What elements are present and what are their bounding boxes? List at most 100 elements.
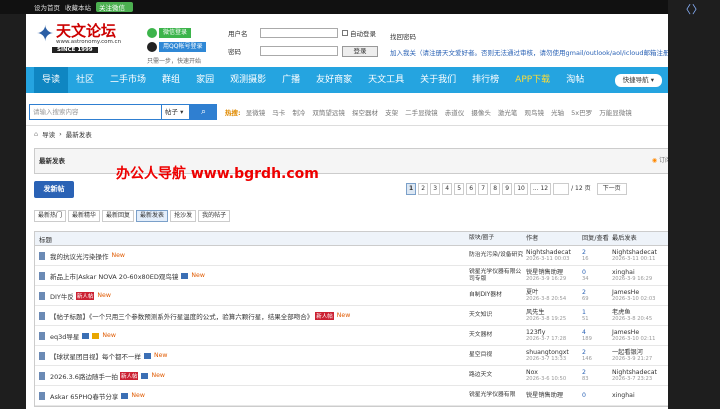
last-poster-link[interactable]: 老虎鱼 bbox=[612, 309, 676, 316]
hot-term[interactable]: 制冷 bbox=[292, 109, 305, 117]
tab-hot[interactable]: 最新热门 bbox=[34, 210, 67, 222]
hot-term[interactable]: 观鸟镜 bbox=[524, 109, 544, 117]
last-poster-link[interactable]: xinghai bbox=[612, 392, 676, 399]
last-poster-link[interactable]: Nightshadecat bbox=[612, 369, 676, 376]
search-input[interactable]: 请输入搜索内容 bbox=[29, 103, 162, 120]
hot-term[interactable]: 二手显微镜 bbox=[405, 109, 438, 117]
nav-item-market[interactable]: 二手市场 bbox=[102, 67, 154, 93]
search-button[interactable]: ⌕ bbox=[190, 103, 217, 120]
forum-link[interactable]: 天文知识 bbox=[469, 312, 526, 319]
author-link[interactable]: Nightshadecat bbox=[526, 249, 582, 256]
page-link[interactable]: 5 bbox=[454, 183, 465, 195]
author-link[interactable]: 锐星销售助理 bbox=[526, 392, 582, 399]
hot-term[interactable]: 支架 bbox=[385, 109, 398, 117]
author-link[interactable]: 风先生 bbox=[526, 309, 582, 316]
author-link[interactable]: 锐星销售助理 bbox=[526, 269, 582, 276]
table-row[interactable]: 新品上市|Askar NOVA 20-60x80ED观鸟镜 New 锐星光学仪器有… bbox=[35, 266, 677, 286]
nav-item-about[interactable]: 关于我们 bbox=[412, 67, 464, 93]
last-poster-link[interactable]: xinghai bbox=[612, 269, 676, 276]
code-bracket-icon[interactable]: 〈〉 bbox=[680, 1, 704, 17]
username-input[interactable] bbox=[260, 28, 338, 38]
thread-title[interactable]: 我的抗议光污染操作 bbox=[50, 251, 109, 261]
nav-item-ranking[interactable]: 排行榜 bbox=[464, 67, 507, 93]
author-link[interactable]: 夏叶 bbox=[526, 289, 582, 296]
author-link[interactable]: shuangtongxt bbox=[526, 349, 582, 356]
tab-sofa[interactable]: 抢沙发 bbox=[170, 210, 197, 222]
table-row[interactable]: eq3d导星 New 天文器材 123fly 2026-3-7 17:28 4 189… bbox=[35, 326, 677, 346]
auto-login-checkbox[interactable] bbox=[342, 30, 348, 36]
hot-term[interactable]: 赤道仪 bbox=[445, 109, 465, 117]
hot-term[interactable]: 光轴 bbox=[551, 109, 564, 117]
find-password-link[interactable]: 找回密码 bbox=[390, 31, 416, 41]
tab-reply[interactable]: 最新回复 bbox=[102, 210, 135, 222]
table-row[interactable]: 【帖子标题】《一个只用三个参数预测系外行星温度的公式，验算六颗行星，结果全部吻合… bbox=[35, 306, 677, 326]
table-row[interactable]: 2026.3.6路边随手一拍 新人帖 New 路边天文 Nox 2026-3-6 10… bbox=[35, 366, 677, 386]
page-link[interactable]: 3 bbox=[430, 183, 441, 195]
page-link[interactable]: 1 bbox=[406, 183, 417, 195]
nav-item-broadcast[interactable]: 广播 bbox=[274, 67, 308, 93]
thread-title[interactable]: 2026.3.6路边随手一拍 bbox=[50, 371, 118, 381]
nav-item-merchants[interactable]: 友好商家 bbox=[308, 67, 360, 93]
thread-title[interactable]: 【球状星团目视】每个都不一样 bbox=[50, 351, 141, 361]
hot-term[interactable]: 摄像头 bbox=[471, 109, 491, 117]
nav-item-community[interactable]: 社区 bbox=[68, 67, 102, 93]
last-poster-link[interactable]: 一起看银河 bbox=[612, 349, 676, 356]
table-row[interactable]: 【球状星团目视】每个都不一样 New 星空目视 shuangtongxt 2026-… bbox=[35, 346, 677, 366]
last-poster-link[interactable]: JamesHe bbox=[612, 289, 676, 296]
page-link[interactable]: 8 bbox=[490, 183, 501, 195]
hot-term[interactable]: 马卡 bbox=[272, 109, 285, 117]
nav-item-observe[interactable]: 观测摄影 bbox=[222, 67, 274, 93]
thread-title[interactable]: 新品上市|Askar NOVA 20-60x80ED观鸟镜 bbox=[50, 271, 178, 281]
last-poster-link[interactable]: JamesHe bbox=[612, 329, 676, 336]
wechat-login-button[interactable]: 微信登录 bbox=[147, 28, 192, 38]
page-link[interactable]: ... 12 bbox=[529, 183, 552, 195]
register-link[interactable]: 加入我关（请注册天文爱好者。否则无法通过审核，请勿使用gmail/outlook… bbox=[390, 47, 676, 57]
forum-link[interactable]: 天文器材 bbox=[469, 332, 526, 339]
new-post-button[interactable]: 发新帖 bbox=[34, 181, 74, 198]
page-link[interactable]: 9 bbox=[502, 183, 513, 195]
forum-link[interactable]: 星空目视 bbox=[469, 352, 526, 359]
wechat-follow-button[interactable]: 关注微信 bbox=[96, 2, 133, 12]
quick-nav-button[interactable]: 快捷导航 ▾ bbox=[614, 73, 662, 87]
forum-link[interactable]: 防治光污染/设备研究 bbox=[469, 252, 526, 259]
author-link[interactable]: Nox bbox=[526, 369, 582, 376]
thread-title[interactable]: 【帖子标题】《一个只用三个参数预测系外行星温度的公式，验算六颗行星，结果全部吻合… bbox=[50, 311, 313, 321]
page-jump-input[interactable] bbox=[553, 183, 570, 195]
nav-item-app[interactable]: APP下载 bbox=[507, 67, 558, 93]
search-type-select[interactable]: 帖子 ▾ bbox=[162, 103, 190, 120]
hot-term[interactable]: 探空器材 bbox=[352, 109, 378, 117]
table-row[interactable]: Askar 65PHQ春节分享 New 锐星光学仪器有限 锐星销售助理 0 xin… bbox=[35, 386, 677, 406]
home-icon[interactable]: ⌂ bbox=[34, 130, 38, 138]
page-link[interactable]: 2 bbox=[418, 183, 429, 195]
nav-item-collection[interactable]: 淘帖 bbox=[558, 67, 592, 93]
author-link[interactable]: 123fly bbox=[526, 329, 582, 336]
thread-title[interactable]: eq3d导星 bbox=[50, 331, 79, 341]
forum-link[interactable]: 自制DIY器材 bbox=[469, 292, 526, 299]
qq-login-button[interactable]: 用QQ帐号登录 bbox=[147, 42, 207, 52]
nav-item-home[interactable]: 家园 bbox=[188, 67, 222, 93]
breadcrumb-item[interactable]: 导读 bbox=[42, 129, 55, 139]
site-logo[interactable]: ✦ 天文论坛 www.astronomy.com.cn SINCE 1999 bbox=[34, 20, 140, 66]
favorite-link[interactable]: 收藏本站 bbox=[65, 2, 91, 12]
nav-item-guide[interactable]: 导读 bbox=[34, 67, 69, 93]
page-link[interactable]: 10 bbox=[514, 183, 528, 195]
nav-item-tools[interactable]: 天文工具 bbox=[360, 67, 412, 93]
page-link[interactable]: 7 bbox=[478, 183, 489, 195]
thread-title[interactable]: Askar 65PHQ春节分享 bbox=[50, 391, 118, 401]
next-page-button[interactable]: 下一页 bbox=[596, 183, 627, 195]
forum-link[interactable]: 锐星光学仪器有限 bbox=[469, 392, 526, 399]
table-row[interactable]: DIY牛反 新人帖 New 自制DIY器材 夏叶 2026-3-8 20:54 2 69… bbox=[35, 286, 677, 306]
forum-link[interactable]: 锐星光学仪器有限公司专版 bbox=[469, 269, 526, 283]
hot-term[interactable]: 双筒望远镜 bbox=[312, 109, 345, 117]
hot-term[interactable]: 显微镜 bbox=[246, 109, 266, 117]
thread-title[interactable]: DIY牛反 bbox=[50, 291, 74, 301]
password-input[interactable] bbox=[260, 46, 338, 56]
hot-term[interactable]: 激光笔 bbox=[498, 109, 518, 117]
page-link[interactable]: 4 bbox=[442, 183, 453, 195]
tab-my-posts[interactable]: 我的帖子 bbox=[198, 210, 231, 222]
tab-newest[interactable]: 最新发表 bbox=[136, 210, 169, 222]
table-row[interactable]: 我的抗议光污染操作 New 防治光污染/设备研究 Nightshadecat 202… bbox=[35, 246, 677, 266]
set-home-link[interactable]: 设为首页 bbox=[34, 2, 60, 12]
page-link[interactable]: 6 bbox=[466, 183, 477, 195]
nav-item-groups[interactable]: 群组 bbox=[154, 67, 188, 93]
